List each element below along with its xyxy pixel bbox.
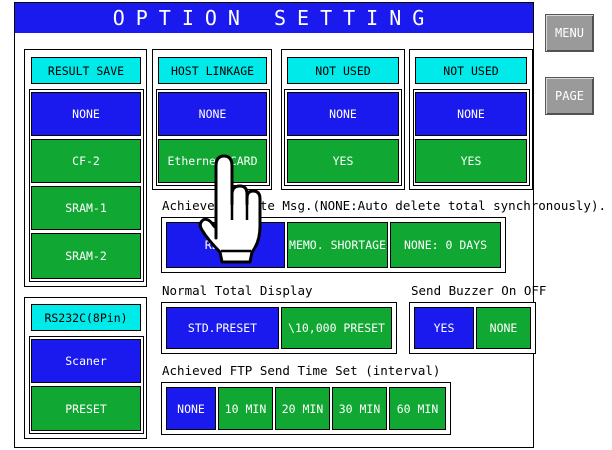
ftp-option-60-min[interactable]: 60 MIN <box>389 387 446 430</box>
result-save-option-none[interactable]: NONE <box>31 92 141 136</box>
result-save-header: RESULT SAVE <box>31 57 141 84</box>
normal-total-display-label: Normal Total Display <box>162 283 313 298</box>
not-used-2-option-yes[interactable]: YES <box>415 139 527 183</box>
result-save-option-sram1[interactable]: SRAM-1 <box>31 186 141 230</box>
ftp-option-10-min[interactable]: 10 MIN <box>218 387 273 430</box>
rs232c-option-preset[interactable]: PRESET <box>31 386 141 431</box>
ftp-option-30-min[interactable]: 30 MIN <box>332 387 387 430</box>
achieved-delete-option-days[interactable]: NONE: 0 DAYS <box>390 222 501 268</box>
host-linkage-header: HOST LINKAGE <box>158 57 267 84</box>
not-used-1-option-yes[interactable]: YES <box>287 139 399 183</box>
achieved-delete-option-memo-shortage[interactable]: MEMO. SHORTAGE <box>287 222 388 268</box>
ftp-send-time-label: Achieved FTP Send Time Set (interval) <box>162 363 441 378</box>
not-used-2-option-none[interactable]: NONE <box>415 92 527 136</box>
send-buzzer-option-none[interactable]: NONE <box>476 307 531 349</box>
normal-total-option-10000-preset[interactable]: \10,000 PRESET <box>281 307 392 349</box>
host-linkage-option-none[interactable]: NONE <box>158 92 267 136</box>
page-title: OPTION SETTING <box>15 3 533 33</box>
ftp-option-20-min[interactable]: 20 MIN <box>275 387 330 430</box>
not-used-1-option-none[interactable]: NONE <box>287 92 399 136</box>
rs232c-header: RS232C(8Pin) <box>31 304 141 331</box>
send-buzzer-option-yes[interactable]: YES <box>414 307 474 349</box>
ftp-option-none[interactable]: NONE <box>166 387 216 430</box>
result-save-option-cf2[interactable]: CF-2 <box>31 139 141 183</box>
normal-total-option-std-preset[interactable]: STD.PRESET <box>166 307 279 349</box>
menu-button[interactable]: MENU <box>545 14 594 52</box>
page-button[interactable]: PAGE <box>545 77 594 115</box>
send-buzzer-label: Send Buzzer On OFF <box>411 283 547 298</box>
rs232c-option-scaner[interactable]: Scaner <box>31 339 141 383</box>
pointing-hand-icon <box>198 154 262 264</box>
result-save-option-sram2[interactable]: SRAM-2 <box>31 233 141 279</box>
not-used-2-header: NOT USED <box>415 57 527 84</box>
not-used-1-header: NOT USED <box>287 57 399 84</box>
